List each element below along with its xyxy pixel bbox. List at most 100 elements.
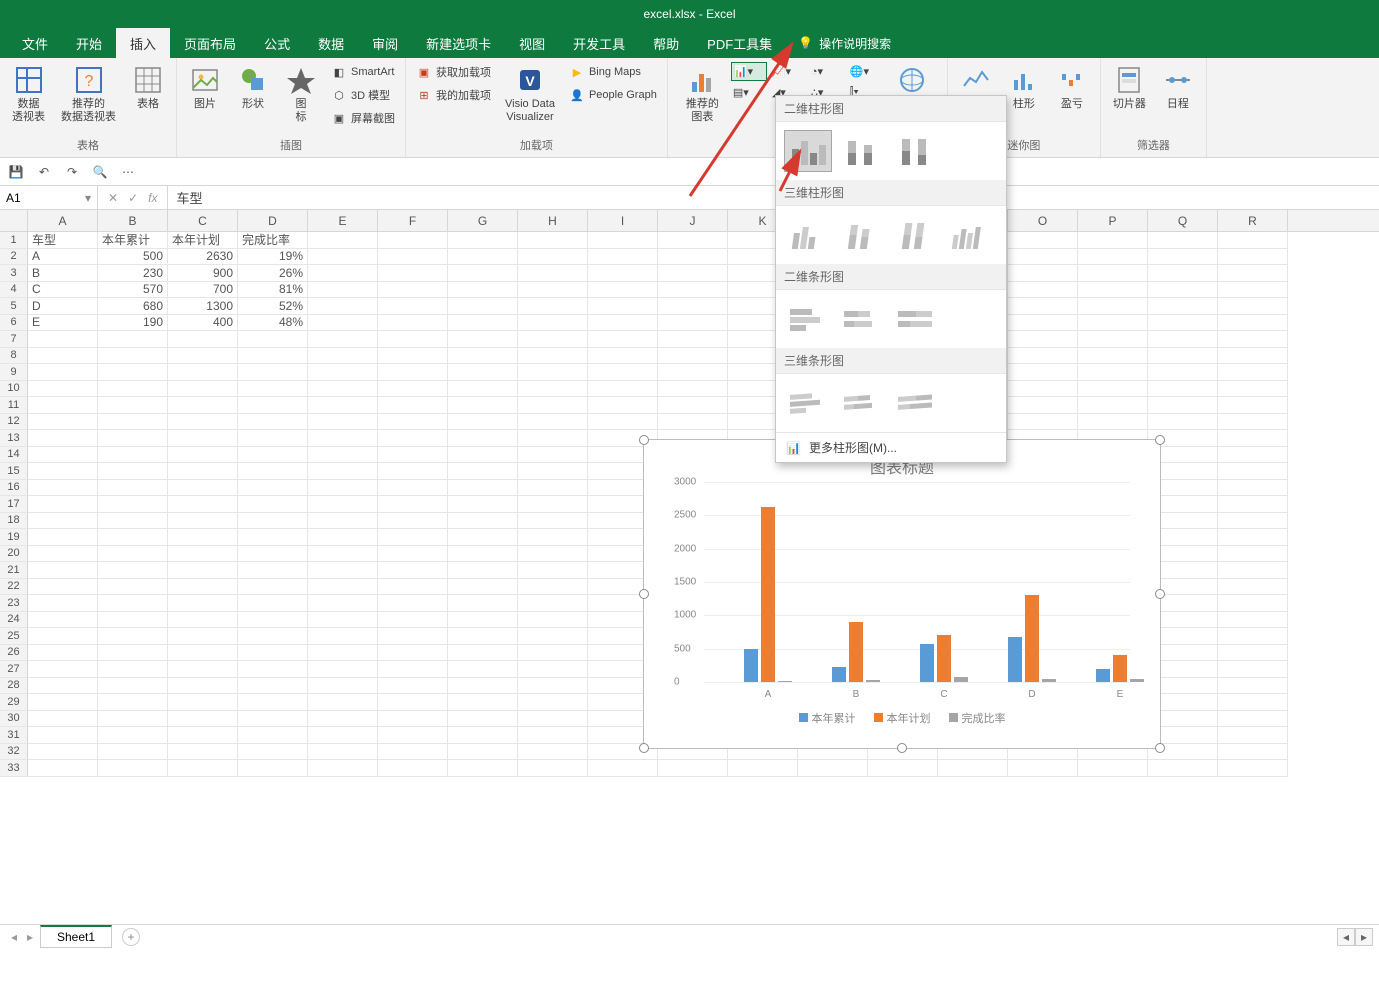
- cell[interactable]: [1218, 727, 1288, 744]
- cell[interactable]: [168, 711, 238, 728]
- cell[interactable]: [1218, 249, 1288, 266]
- cell[interactable]: [238, 546, 308, 563]
- cell[interactable]: [308, 694, 378, 711]
- select-all-corner[interactable]: [0, 210, 28, 231]
- cell[interactable]: [168, 694, 238, 711]
- row-header[interactable]: 25: [0, 628, 28, 645]
- recommended-pivot-button[interactable]: ? 推荐的 数据透视表: [57, 62, 120, 126]
- bar[interactable]: [761, 507, 775, 682]
- cell[interactable]: [448, 744, 518, 761]
- cell[interactable]: 19%: [238, 249, 308, 266]
- cell[interactable]: [308, 678, 378, 695]
- cell[interactable]: [378, 562, 448, 579]
- cell[interactable]: [518, 414, 588, 431]
- map-chart-dropdown[interactable]: 🌐▾: [848, 62, 884, 81]
- cell[interactable]: [308, 529, 378, 546]
- bar[interactable]: [866, 680, 880, 682]
- cell[interactable]: [238, 760, 308, 777]
- cell[interactable]: [518, 315, 588, 332]
- cell[interactable]: [658, 282, 728, 299]
- cell[interactable]: [308, 562, 378, 579]
- pictures-button[interactable]: 图片: [185, 62, 225, 113]
- cell[interactable]: [658, 249, 728, 266]
- row-header[interactable]: 22: [0, 579, 28, 596]
- row-header[interactable]: 30: [0, 711, 28, 728]
- cell[interactable]: [168, 414, 238, 431]
- cell[interactable]: [378, 760, 448, 777]
- cell[interactable]: [28, 513, 98, 530]
- 3d-model-button[interactable]: ⬡3D 模型: [329, 85, 397, 105]
- cell[interactable]: [448, 645, 518, 662]
- cell[interactable]: [168, 546, 238, 563]
- bar[interactable]: [1025, 595, 1039, 682]
- cell[interactable]: [1218, 397, 1288, 414]
- bar[interactable]: [744, 649, 758, 682]
- row-header[interactable]: 16: [0, 480, 28, 497]
- cell[interactable]: [1078, 265, 1148, 282]
- cell[interactable]: [238, 612, 308, 629]
- cell[interactable]: [518, 265, 588, 282]
- legend-item[interactable]: 本年累计: [799, 710, 856, 726]
- cell[interactable]: [238, 562, 308, 579]
- cell[interactable]: [1218, 480, 1288, 497]
- cell[interactable]: [588, 265, 658, 282]
- people-graph-button[interactable]: 👤People Graph: [567, 85, 659, 105]
- cell[interactable]: [448, 430, 518, 447]
- cell[interactable]: [168, 331, 238, 348]
- cell[interactable]: [1218, 694, 1288, 711]
- cell[interactable]: 2630: [168, 249, 238, 266]
- cell[interactable]: [378, 232, 448, 249]
- cell[interactable]: [28, 480, 98, 497]
- cell[interactable]: [518, 744, 588, 761]
- tab-developer[interactable]: 开发工具: [559, 28, 639, 59]
- cell[interactable]: [238, 744, 308, 761]
- col-header-P[interactable]: P: [1078, 210, 1148, 231]
- cell[interactable]: [1008, 397, 1078, 414]
- row-header[interactable]: 33: [0, 760, 28, 777]
- cell[interactable]: [1218, 315, 1288, 332]
- cell[interactable]: [308, 628, 378, 645]
- cell[interactable]: [168, 612, 238, 629]
- cell[interactable]: [238, 595, 308, 612]
- bar-group[interactable]: B: [826, 622, 886, 682]
- cell[interactable]: 26%: [238, 265, 308, 282]
- cell[interactable]: [168, 364, 238, 381]
- scroll-right-button[interactable]: ▸: [1355, 928, 1373, 946]
- cell[interactable]: [98, 612, 168, 629]
- row-header[interactable]: 9: [0, 364, 28, 381]
- my-addins-button[interactable]: ⊞我的加载项: [414, 85, 493, 105]
- cell[interactable]: [1008, 760, 1078, 777]
- resize-handle[interactable]: [639, 435, 649, 445]
- cell[interactable]: [1218, 529, 1288, 546]
- cell[interactable]: [1148, 364, 1218, 381]
- cell[interactable]: [448, 414, 518, 431]
- cell[interactable]: [238, 678, 308, 695]
- cell[interactable]: [98, 381, 168, 398]
- formula-input[interactable]: 车型: [168, 188, 1379, 207]
- tab-help[interactable]: 帮助: [639, 28, 693, 59]
- cell[interactable]: B: [28, 265, 98, 282]
- resize-handle[interactable]: [1155, 589, 1165, 599]
- cell[interactable]: [168, 579, 238, 596]
- sheet-tab-sheet1[interactable]: Sheet1: [40, 925, 112, 948]
- cell[interactable]: [518, 480, 588, 497]
- cell[interactable]: [308, 595, 378, 612]
- cell[interactable]: C: [28, 282, 98, 299]
- cell[interactable]: [448, 265, 518, 282]
- cell[interactable]: [98, 414, 168, 431]
- cell[interactable]: [308, 397, 378, 414]
- cell[interactable]: [308, 579, 378, 596]
- cell[interactable]: [1218, 298, 1288, 315]
- cell[interactable]: [308, 612, 378, 629]
- cell[interactable]: [588, 331, 658, 348]
- cell[interactable]: [28, 529, 98, 546]
- tab-file[interactable]: 文件: [8, 28, 62, 59]
- cell[interactable]: [1218, 496, 1288, 513]
- cell[interactable]: [448, 397, 518, 414]
- cell[interactable]: [98, 364, 168, 381]
- tab-newtab[interactable]: 新建选项卡: [412, 28, 505, 59]
- cell[interactable]: [308, 496, 378, 513]
- cell[interactable]: [378, 694, 448, 711]
- 3d-stacked-column-option[interactable]: [838, 214, 886, 256]
- row-header[interactable]: 18: [0, 513, 28, 530]
